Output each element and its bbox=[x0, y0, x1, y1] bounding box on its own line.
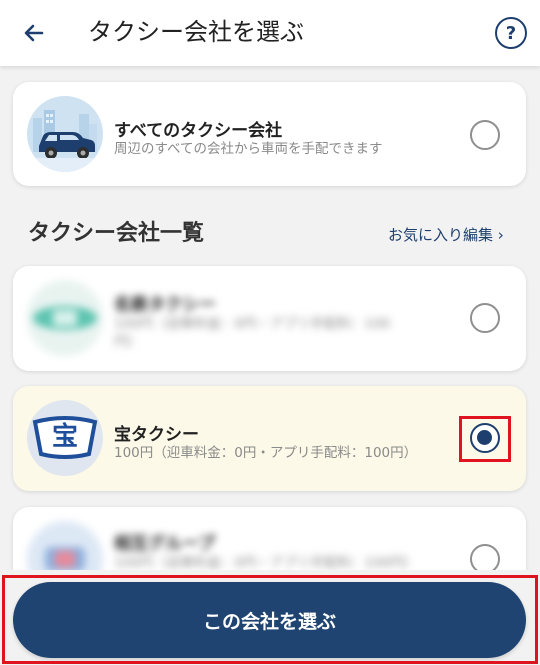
page-title: タクシー会社を選ぶ bbox=[88, 18, 304, 46]
taxi-city-illustration-icon bbox=[27, 96, 103, 172]
back-button[interactable] bbox=[14, 15, 54, 51]
edit-favorites-link[interactable]: お気に入り編集 › bbox=[388, 224, 504, 245]
takara-logo-glyph: 宝 bbox=[51, 422, 78, 452]
all-companies-option[interactable]: すべてのタクシー会社 周辺のすべての会社から車両を手配できます bbox=[13, 82, 526, 186]
app-header: タクシー会社を選ぶ ? bbox=[0, 0, 540, 66]
company-description-line2: 円） bbox=[114, 334, 141, 350]
takara-taxi-logo-icon: 宝 bbox=[27, 400, 103, 476]
back-arrow-icon bbox=[24, 24, 44, 42]
company-logo-icon bbox=[27, 280, 103, 356]
company-card[interactable]: 名鉄タクシー 100円（迎車料金：0円・アプリ手配料：100 円） bbox=[13, 266, 526, 371]
company-description: 100円（迎車料金：0円・アプリ手配料：100円） bbox=[114, 445, 418, 461]
company-radio-checked[interactable] bbox=[470, 423, 500, 453]
help-icon[interactable]: ? bbox=[495, 17, 527, 49]
company-radio[interactable] bbox=[470, 303, 500, 333]
all-companies-description: 周辺のすべての会社から車両を手配できます bbox=[114, 141, 383, 157]
company-description: 100円（迎車料金：0円・アプリ手配料：100円） bbox=[114, 555, 418, 571]
choose-company-button[interactable]: この会社を選ぶ bbox=[13, 582, 526, 658]
company-description: 100円（迎車料金：0円・アプリ手配料：100 bbox=[114, 316, 391, 332]
all-companies-radio[interactable] bbox=[470, 120, 500, 150]
company-card-selected[interactable]: 宝 宝タクシー 100円（迎車料金：0円・アプリ手配料：100円） bbox=[13, 386, 526, 491]
section-title: タクシー会社一覧 bbox=[28, 221, 205, 246]
